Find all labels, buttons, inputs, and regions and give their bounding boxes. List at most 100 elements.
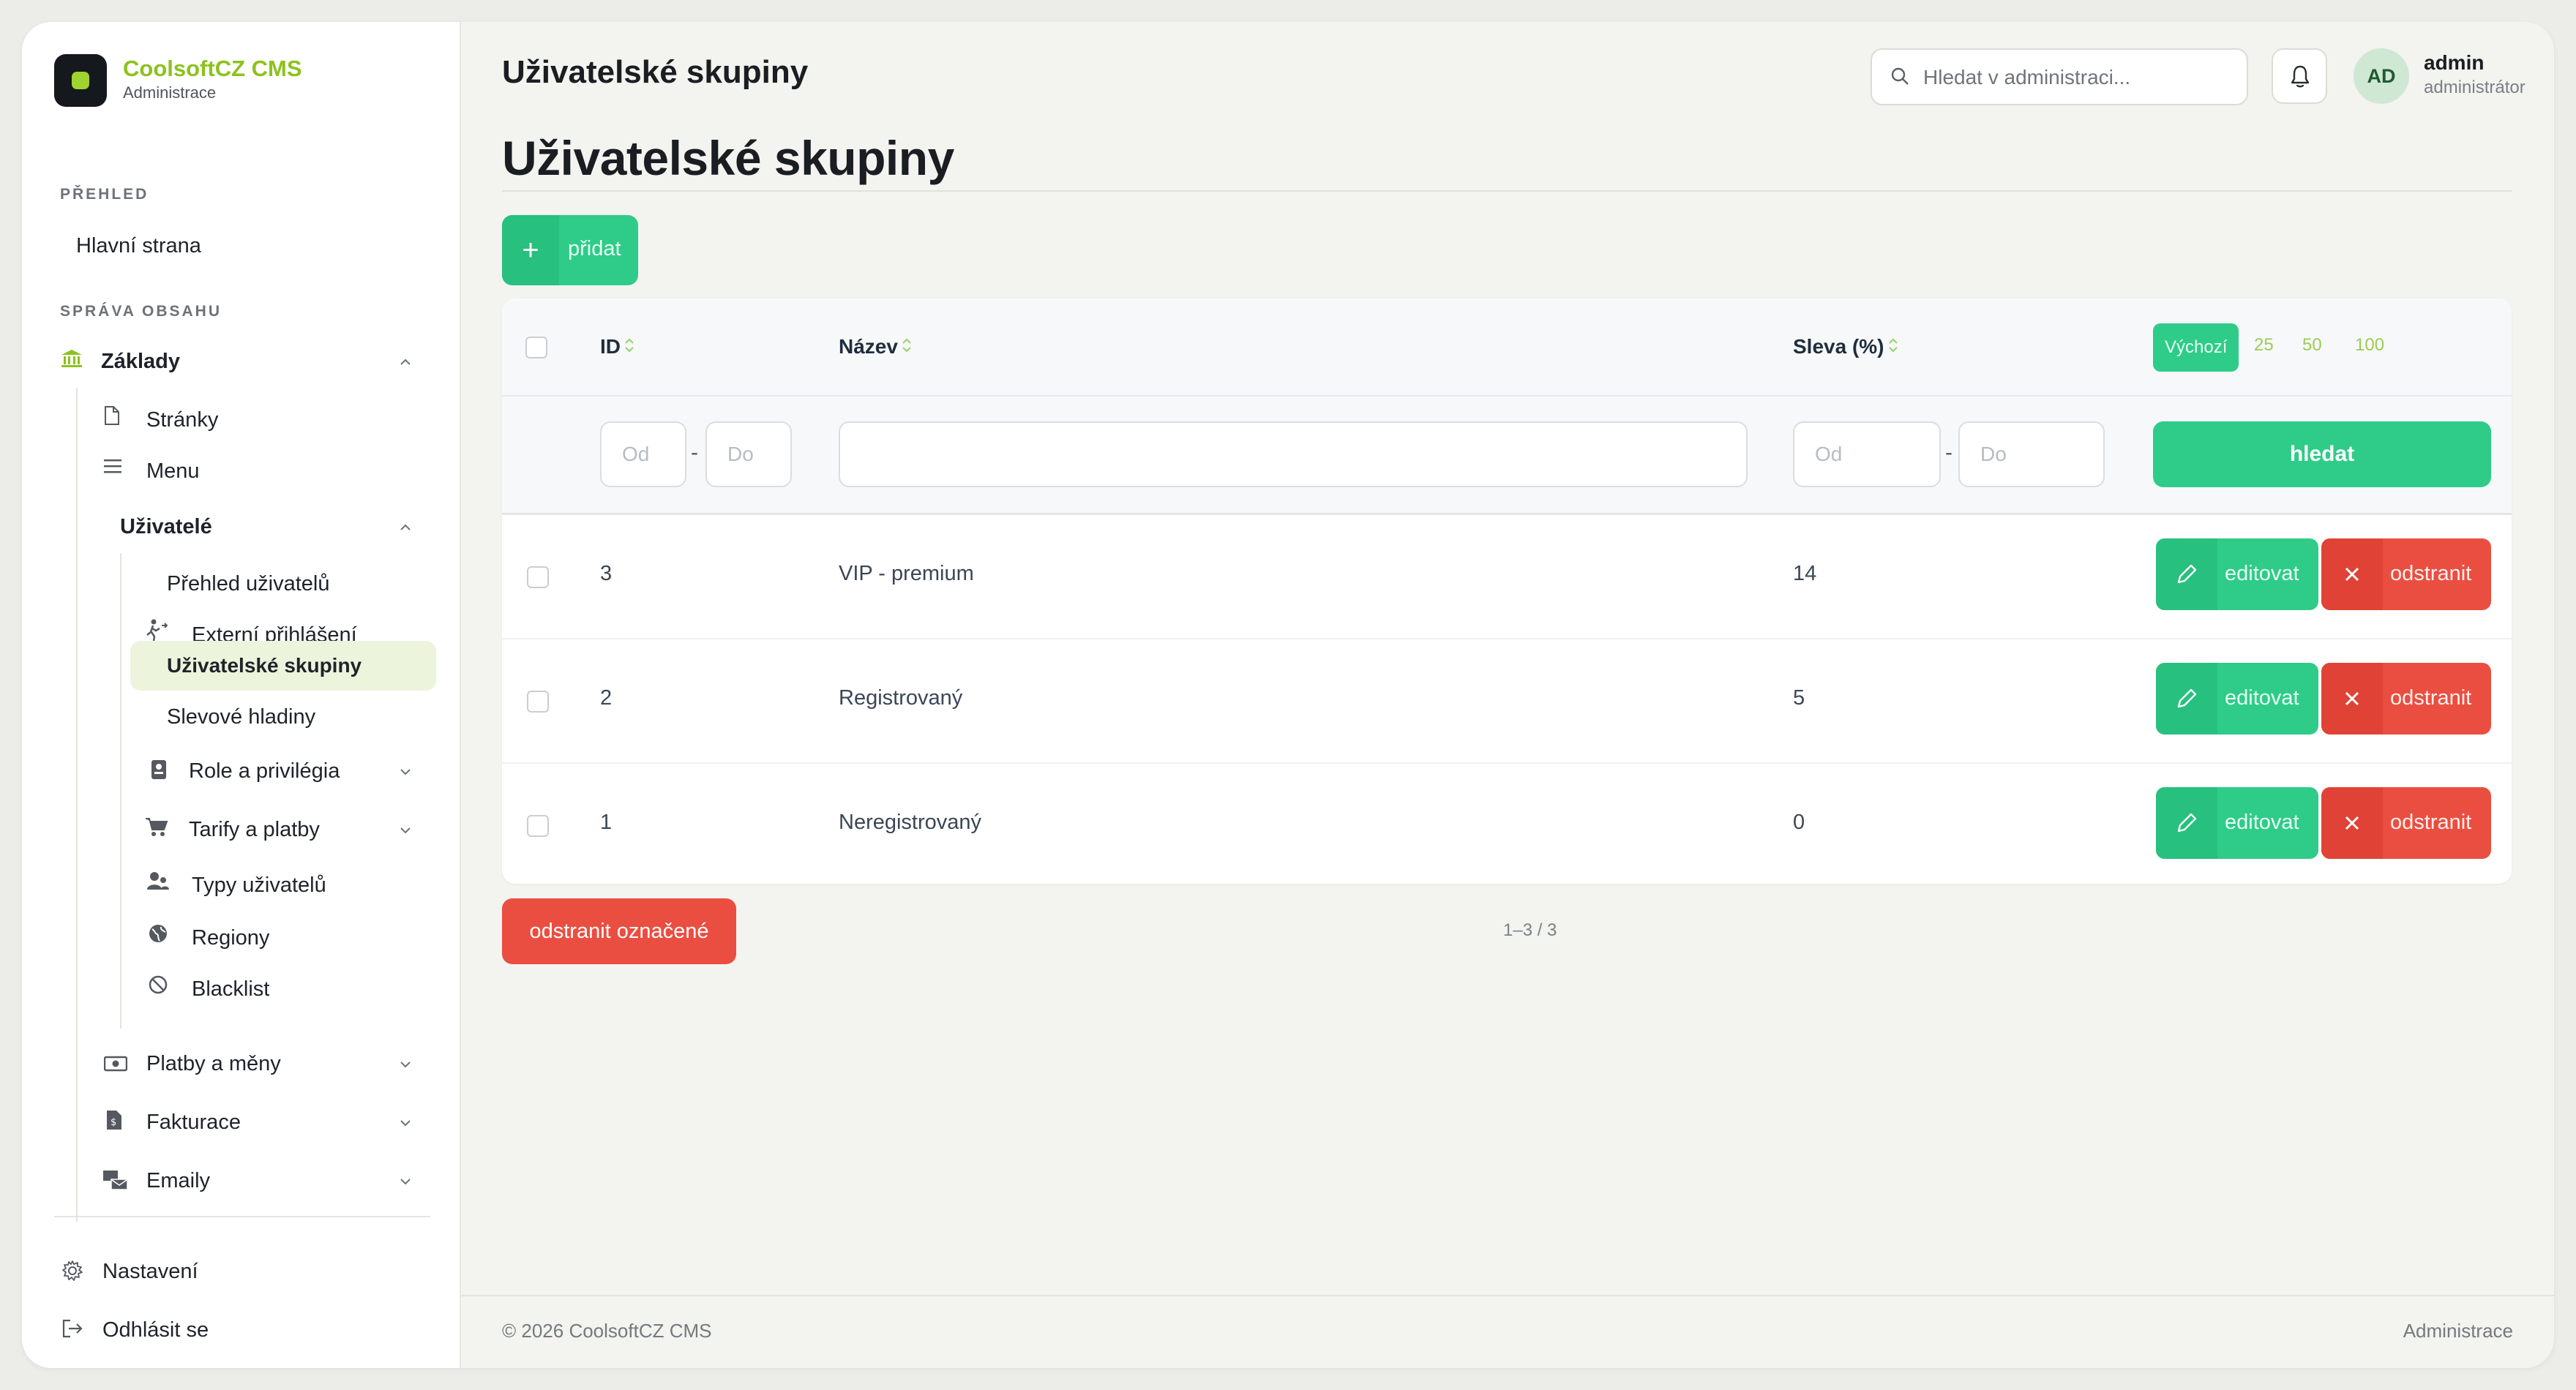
row-checkbox[interactable] (527, 815, 549, 837)
close-icon (2321, 787, 2383, 859)
chevron-down-icon[interactable] (400, 768, 411, 778)
row-checkbox[interactable] (527, 566, 549, 588)
close-icon (2321, 538, 2383, 610)
money-icon (103, 1055, 128, 1076)
edit-button[interactable]: editovat (2156, 538, 2318, 610)
pagination-info: 1–3 / 3 (1503, 920, 1557, 940)
sidebar-item-regiony[interactable]: Regiony (192, 926, 269, 950)
page-title: Uživatelské skupiny (502, 131, 954, 185)
mail-bulk-icon (102, 1169, 129, 1195)
chevron-down-icon[interactable] (400, 827, 411, 837)
id-badge-icon (151, 759, 167, 784)
brand-subtitle: Administrace (123, 83, 217, 102)
sidebar-item-typy[interactable]: Typy uživatelů (192, 874, 326, 898)
sidebar-item-uzivatele[interactable]: Uživatelé (120, 515, 212, 539)
edit-button-label: editovat (2225, 811, 2299, 834)
per-page-25[interactable]: 25 (2254, 335, 2274, 356)
sidebar-item-role[interactable]: Role a privilégia (189, 759, 340, 784)
id-from-input[interactable] (600, 421, 686, 487)
gear-icon (61, 1260, 83, 1285)
groups-table: ID Název Sleva (%) Výchozí 25 50 100 - (502, 298, 2512, 884)
edit-button[interactable]: editovat (2156, 663, 2318, 735)
cell-discount: 0 (1793, 811, 1805, 834)
delete-button[interactable]: odstranit (2321, 663, 2491, 735)
bell-icon (2289, 64, 2311, 93)
main-content: Uživatelské skupiny AD admin administrát… (461, 22, 2554, 1368)
filter-search-button[interactable]: hledat (2153, 421, 2491, 487)
sidebar-item-uzivatelske-skupiny[interactable]: Uživatelské skupiny (167, 654, 362, 677)
sidebar-item-fakturace[interactable]: Fakturace (146, 1111, 241, 1135)
globe-icon (148, 923, 168, 947)
per-page-100[interactable]: 100 (2355, 335, 2384, 356)
chevron-down-icon[interactable] (400, 1119, 411, 1130)
page-icon (104, 405, 120, 429)
sidebar-item-slevove-hladiny[interactable]: Slevové hladiny (167, 705, 315, 729)
user-role: administrátor (2424, 78, 2526, 97)
name-filter-input[interactable] (839, 421, 1748, 487)
logo-icon (54, 54, 107, 107)
close-icon (2321, 663, 2383, 735)
search-input[interactable] (1923, 63, 2231, 92)
per-page-50[interactable]: 50 (2302, 335, 2322, 356)
sidebar-item-stranky[interactable]: Stránky (146, 408, 218, 432)
sidebar-item-odhlasit[interactable]: Odhlásit se (102, 1318, 209, 1342)
sidebar-item-blacklist[interactable]: Blacklist (192, 977, 269, 1002)
block-icon (148, 974, 168, 999)
table-row: 1 Neregistrovaný 0 editovat odstranit (502, 764, 2512, 884)
sort-icon (624, 336, 635, 360)
delete-button[interactable]: odstranit (2321, 787, 2491, 859)
users-icon (146, 871, 170, 895)
notifications-button[interactable] (2272, 48, 2327, 104)
avatar[interactable]: AD (2354, 48, 2409, 104)
column-header-name[interactable]: Název (839, 335, 913, 360)
tree-line-users (120, 553, 121, 1029)
delete-button[interactable]: odstranit (2321, 538, 2491, 610)
invoice-icon: $ (105, 1109, 123, 1135)
cell-id: 1 (600, 811, 613, 834)
brand-title: CoolsoftCZ CMS (123, 56, 302, 81)
sidebar-item-prehled-uzivatelu[interactable]: Přehled uživatelů (167, 572, 329, 596)
discount-from-input[interactable] (1793, 421, 1941, 487)
column-header-discount-label: Sleva (%) (1793, 335, 1884, 358)
footer-right-label: Administrace (2403, 1320, 2513, 1342)
discount-to-input[interactable] (1958, 421, 2105, 487)
column-header-id-label: ID (600, 335, 621, 358)
sort-icon (1887, 336, 1899, 360)
table-row: 2 Registrovaný 5 editovat odstranit (502, 639, 2512, 764)
sidebar-item-home[interactable]: Hlavní strana (76, 234, 201, 258)
edit-button[interactable]: editovat (2156, 787, 2318, 859)
row-checkbox[interactable] (527, 691, 549, 713)
delete-button-label: odstranit (2390, 686, 2472, 710)
cell-name: Neregistrovaný (839, 811, 982, 834)
per-page-default[interactable]: Výchozí (2153, 323, 2239, 372)
header-title: Uživatelské skupiny (502, 54, 809, 90)
id-to-input[interactable] (705, 421, 792, 487)
delete-selected-button[interactable]: odstranit označené (502, 898, 736, 964)
sort-icon (901, 336, 913, 360)
column-header-name-label: Název (839, 335, 898, 358)
sidebar-item-tarify[interactable]: Tarify a platby (189, 818, 320, 842)
sidebar-item-emaily[interactable]: Emaily (146, 1169, 210, 1193)
table-row: 3 VIP - premium 14 editovat odstranit (502, 515, 2512, 639)
edit-button-label: editovat (2225, 562, 2299, 585)
chevron-down-icon[interactable] (400, 1178, 411, 1188)
select-all-checkbox[interactable] (525, 337, 547, 358)
filter-row: - - hledat (502, 397, 2512, 515)
chevron-up-icon[interactable] (400, 524, 411, 534)
add-button-label: přidat (568, 237, 621, 260)
plus-icon: + (502, 215, 559, 285)
section-label-content: SPRÁVA OBSAHU (60, 303, 222, 320)
admin-search[interactable] (1871, 48, 2248, 105)
cell-id: 3 (600, 562, 613, 585)
column-header-discount[interactable]: Sleva (%) (1793, 335, 1899, 360)
column-header-id[interactable]: ID (600, 335, 635, 360)
add-button[interactable]: + přidat (502, 215, 638, 285)
sidebar-item-nastaveni[interactable]: Nastavení (102, 1260, 198, 1284)
cell-discount: 5 (1793, 686, 1805, 710)
sidebar-item-platby[interactable]: Platby a měny (146, 1052, 281, 1076)
chevron-down-icon[interactable] (400, 1061, 411, 1071)
footer-divider (461, 1295, 2554, 1296)
sidebar-item-zaklady[interactable]: Základy (101, 350, 180, 374)
chevron-up-icon[interactable] (400, 358, 411, 369)
sidebar-item-menu[interactable]: Menu (146, 459, 200, 484)
